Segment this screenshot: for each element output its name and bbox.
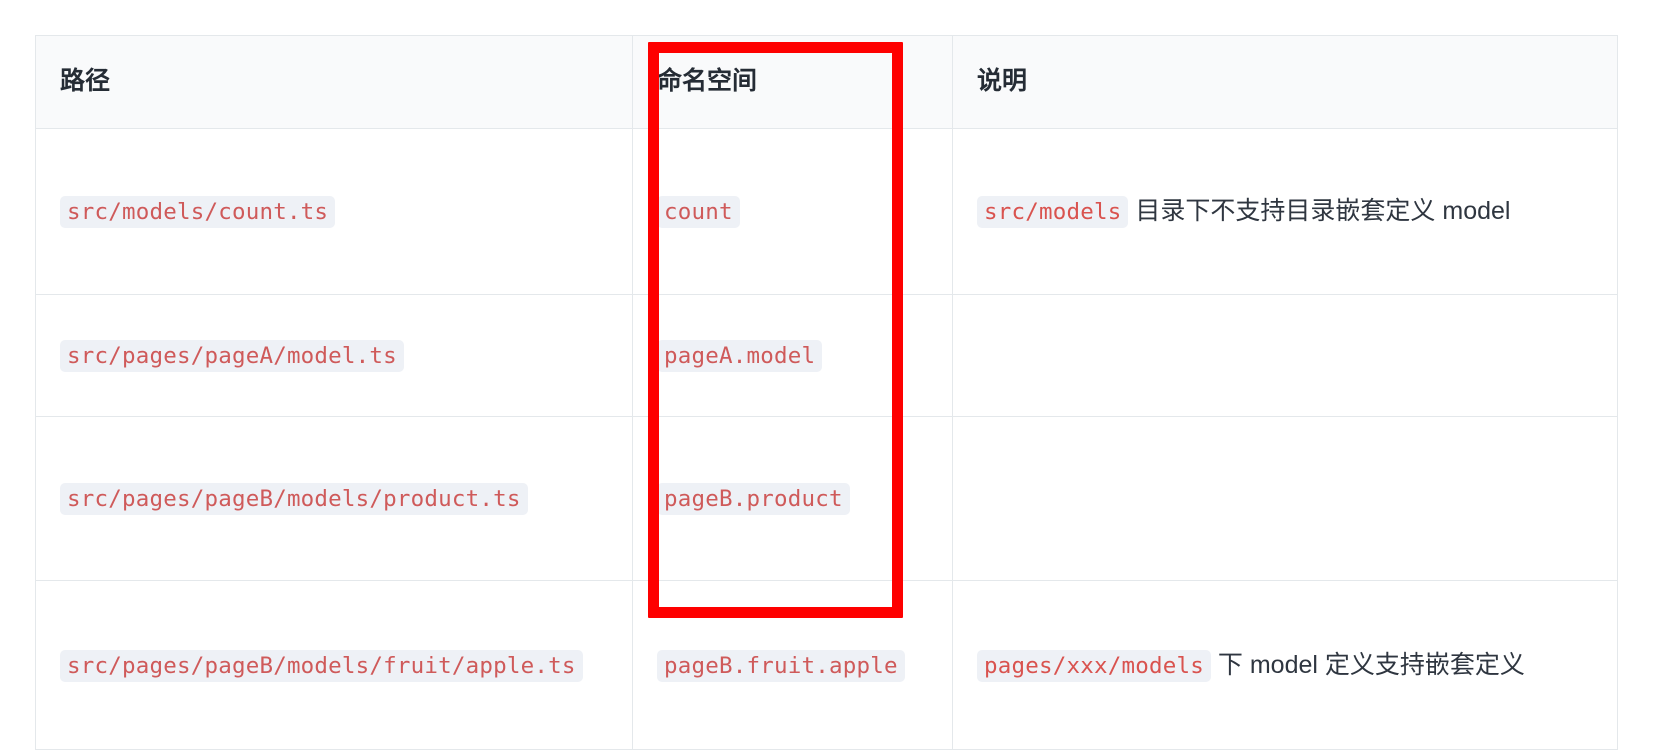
namespace-code: pageB.product	[657, 483, 850, 516]
column-header-path: 路径	[35, 35, 633, 129]
description-code: pages/xxx/models	[977, 649, 1211, 682]
path-code: src/models/count.ts	[60, 196, 336, 229]
table-body: src/models/count.ts count src/models 目录下…	[35, 128, 1618, 750]
cell-path: src/pages/pageB/models/fruit/apple.ts	[35, 580, 633, 750]
path-code: src/pages/pageB/models/fruit/apple.ts	[60, 649, 583, 682]
cell-namespace: pageB.fruit.apple	[632, 580, 953, 750]
cell-description	[952, 416, 1618, 581]
description-text: 下 model 定义支持嵌套定义	[1217, 650, 1525, 679]
table-head: 路径 命名空间 说明	[35, 35, 1618, 129]
model-namespace-table: 路径 命名空间 说明 src/models/count.ts count src…	[35, 35, 1618, 750]
cell-path: src/models/count.ts	[35, 128, 633, 295]
table-header-row: 路径 命名空间 说明	[35, 35, 1618, 129]
table-row: src/pages/pageB/models/product.ts pageB.…	[35, 416, 1618, 581]
path-code: src/pages/pageA/model.ts	[60, 340, 404, 373]
description-code: src/models	[977, 196, 1129, 229]
namespace-code: count	[657, 196, 740, 229]
path-code: src/pages/pageB/models/product.ts	[60, 483, 528, 516]
column-header-description: 说明	[952, 35, 1618, 129]
cell-namespace: count	[632, 128, 953, 295]
cell-namespace: pageB.product	[632, 416, 953, 581]
page-root: 路径 命名空间 说明 src/models/count.ts count src…	[0, 0, 1678, 750]
column-header-namespace: 命名空间	[632, 35, 953, 129]
namespace-code: pageB.fruit.apple	[657, 649, 905, 682]
cell-description	[952, 294, 1618, 417]
table-row: src/pages/pageA/model.ts pageA.model	[35, 294, 1618, 417]
cell-description: pages/xxx/models 下 model 定义支持嵌套定义	[952, 580, 1618, 750]
cell-path: src/pages/pageA/model.ts	[35, 294, 633, 417]
table-row: src/models/count.ts count src/models 目录下…	[35, 128, 1618, 295]
cell-path: src/pages/pageB/models/product.ts	[35, 416, 633, 581]
table-row: src/pages/pageB/models/fruit/apple.ts pa…	[35, 580, 1618, 750]
cell-description: src/models 目录下不支持目录嵌套定义 model	[952, 128, 1618, 295]
namespace-code: pageA.model	[657, 340, 823, 373]
table-container: 路径 命名空间 说明 src/models/count.ts count src…	[35, 35, 1618, 750]
description-text: 目录下不支持目录嵌套定义 model	[1135, 197, 1511, 226]
cell-namespace: pageA.model	[632, 294, 953, 417]
